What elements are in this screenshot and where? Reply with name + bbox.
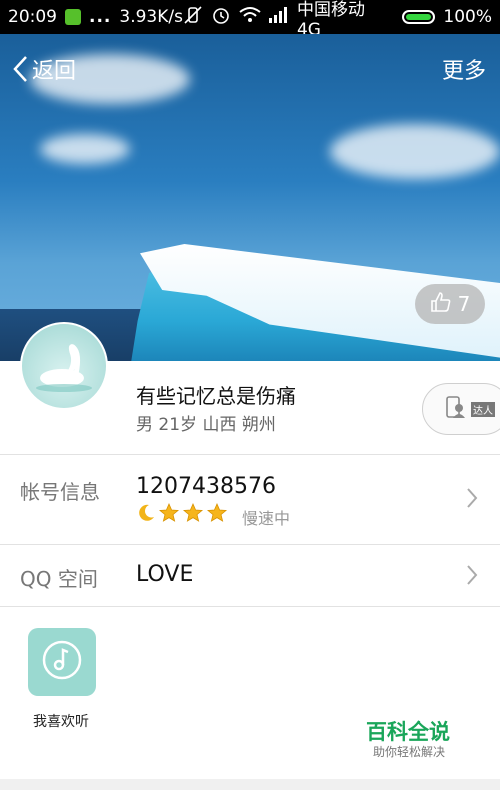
- watermark-subtitle: 助你轻松解决: [373, 745, 446, 759]
- top-nav: 返回 更多: [0, 34, 500, 104]
- thumbs-up-icon: [430, 291, 452, 318]
- music-note-icon: [40, 638, 84, 686]
- wifi-icon: [239, 6, 261, 29]
- phone-person-icon: [443, 394, 469, 424]
- more-button[interactable]: 更多: [442, 53, 486, 85]
- star-icon: [158, 502, 180, 527]
- app-notification-icon: [65, 9, 81, 25]
- level-speed-status: 慢速中: [242, 509, 291, 528]
- expert-badge-label: 达人: [471, 401, 495, 417]
- status-time: 20:09: [8, 7, 57, 27]
- battery-icon: [401, 10, 436, 24]
- qzone-label: QQ 空间: [20, 567, 98, 591]
- like-count: 7: [457, 292, 471, 316]
- qq-level-icons: [136, 502, 228, 527]
- expert-badge-button[interactable]: 达人: [422, 383, 500, 435]
- star-icon: [182, 502, 204, 527]
- notification-dots: ...: [89, 7, 112, 27]
- music-app-label: 我喜欢听: [33, 714, 89, 730]
- battery-percent: 100%: [443, 7, 492, 27]
- chevron-right-icon: [466, 564, 478, 590]
- music-app-button[interactable]: [28, 628, 96, 696]
- like-button[interactable]: 7: [415, 284, 485, 324]
- status-bar: 20:09 ... 3.93K/s 中国移动 4G 100%: [0, 0, 500, 40]
- signal-icon: [268, 6, 289, 28]
- qzone-row[interactable]: QQ 空间 LOVE: [0, 545, 500, 606]
- account-info-label: 帐号信息: [20, 480, 100, 504]
- alarm-icon: [211, 5, 231, 30]
- chevron-left-icon: [12, 55, 28, 83]
- qzone-value: LOVE: [136, 562, 194, 587]
- watermark-title: 百科全说: [366, 720, 450, 744]
- back-label: 返回: [32, 59, 77, 84]
- star-icon: [206, 502, 228, 527]
- profile-name: 有些记忆总是伤痛: [136, 384, 296, 408]
- swan-avatar-image: [36, 344, 92, 392]
- account-info-row[interactable]: 帐号信息 1207438576: [0, 455, 500, 544]
- profile-info: 男 21岁 山西 朔州: [136, 415, 276, 435]
- avatar[interactable]: [20, 322, 108, 410]
- back-button[interactable]: 返回: [0, 53, 76, 85]
- chevron-right-icon: [466, 487, 478, 513]
- qq-number: 1207438576: [136, 474, 276, 499]
- vibrate-off-icon: [183, 5, 203, 30]
- moon-icon: [136, 503, 156, 527]
- network-speed: 3.93K/s: [119, 7, 183, 27]
